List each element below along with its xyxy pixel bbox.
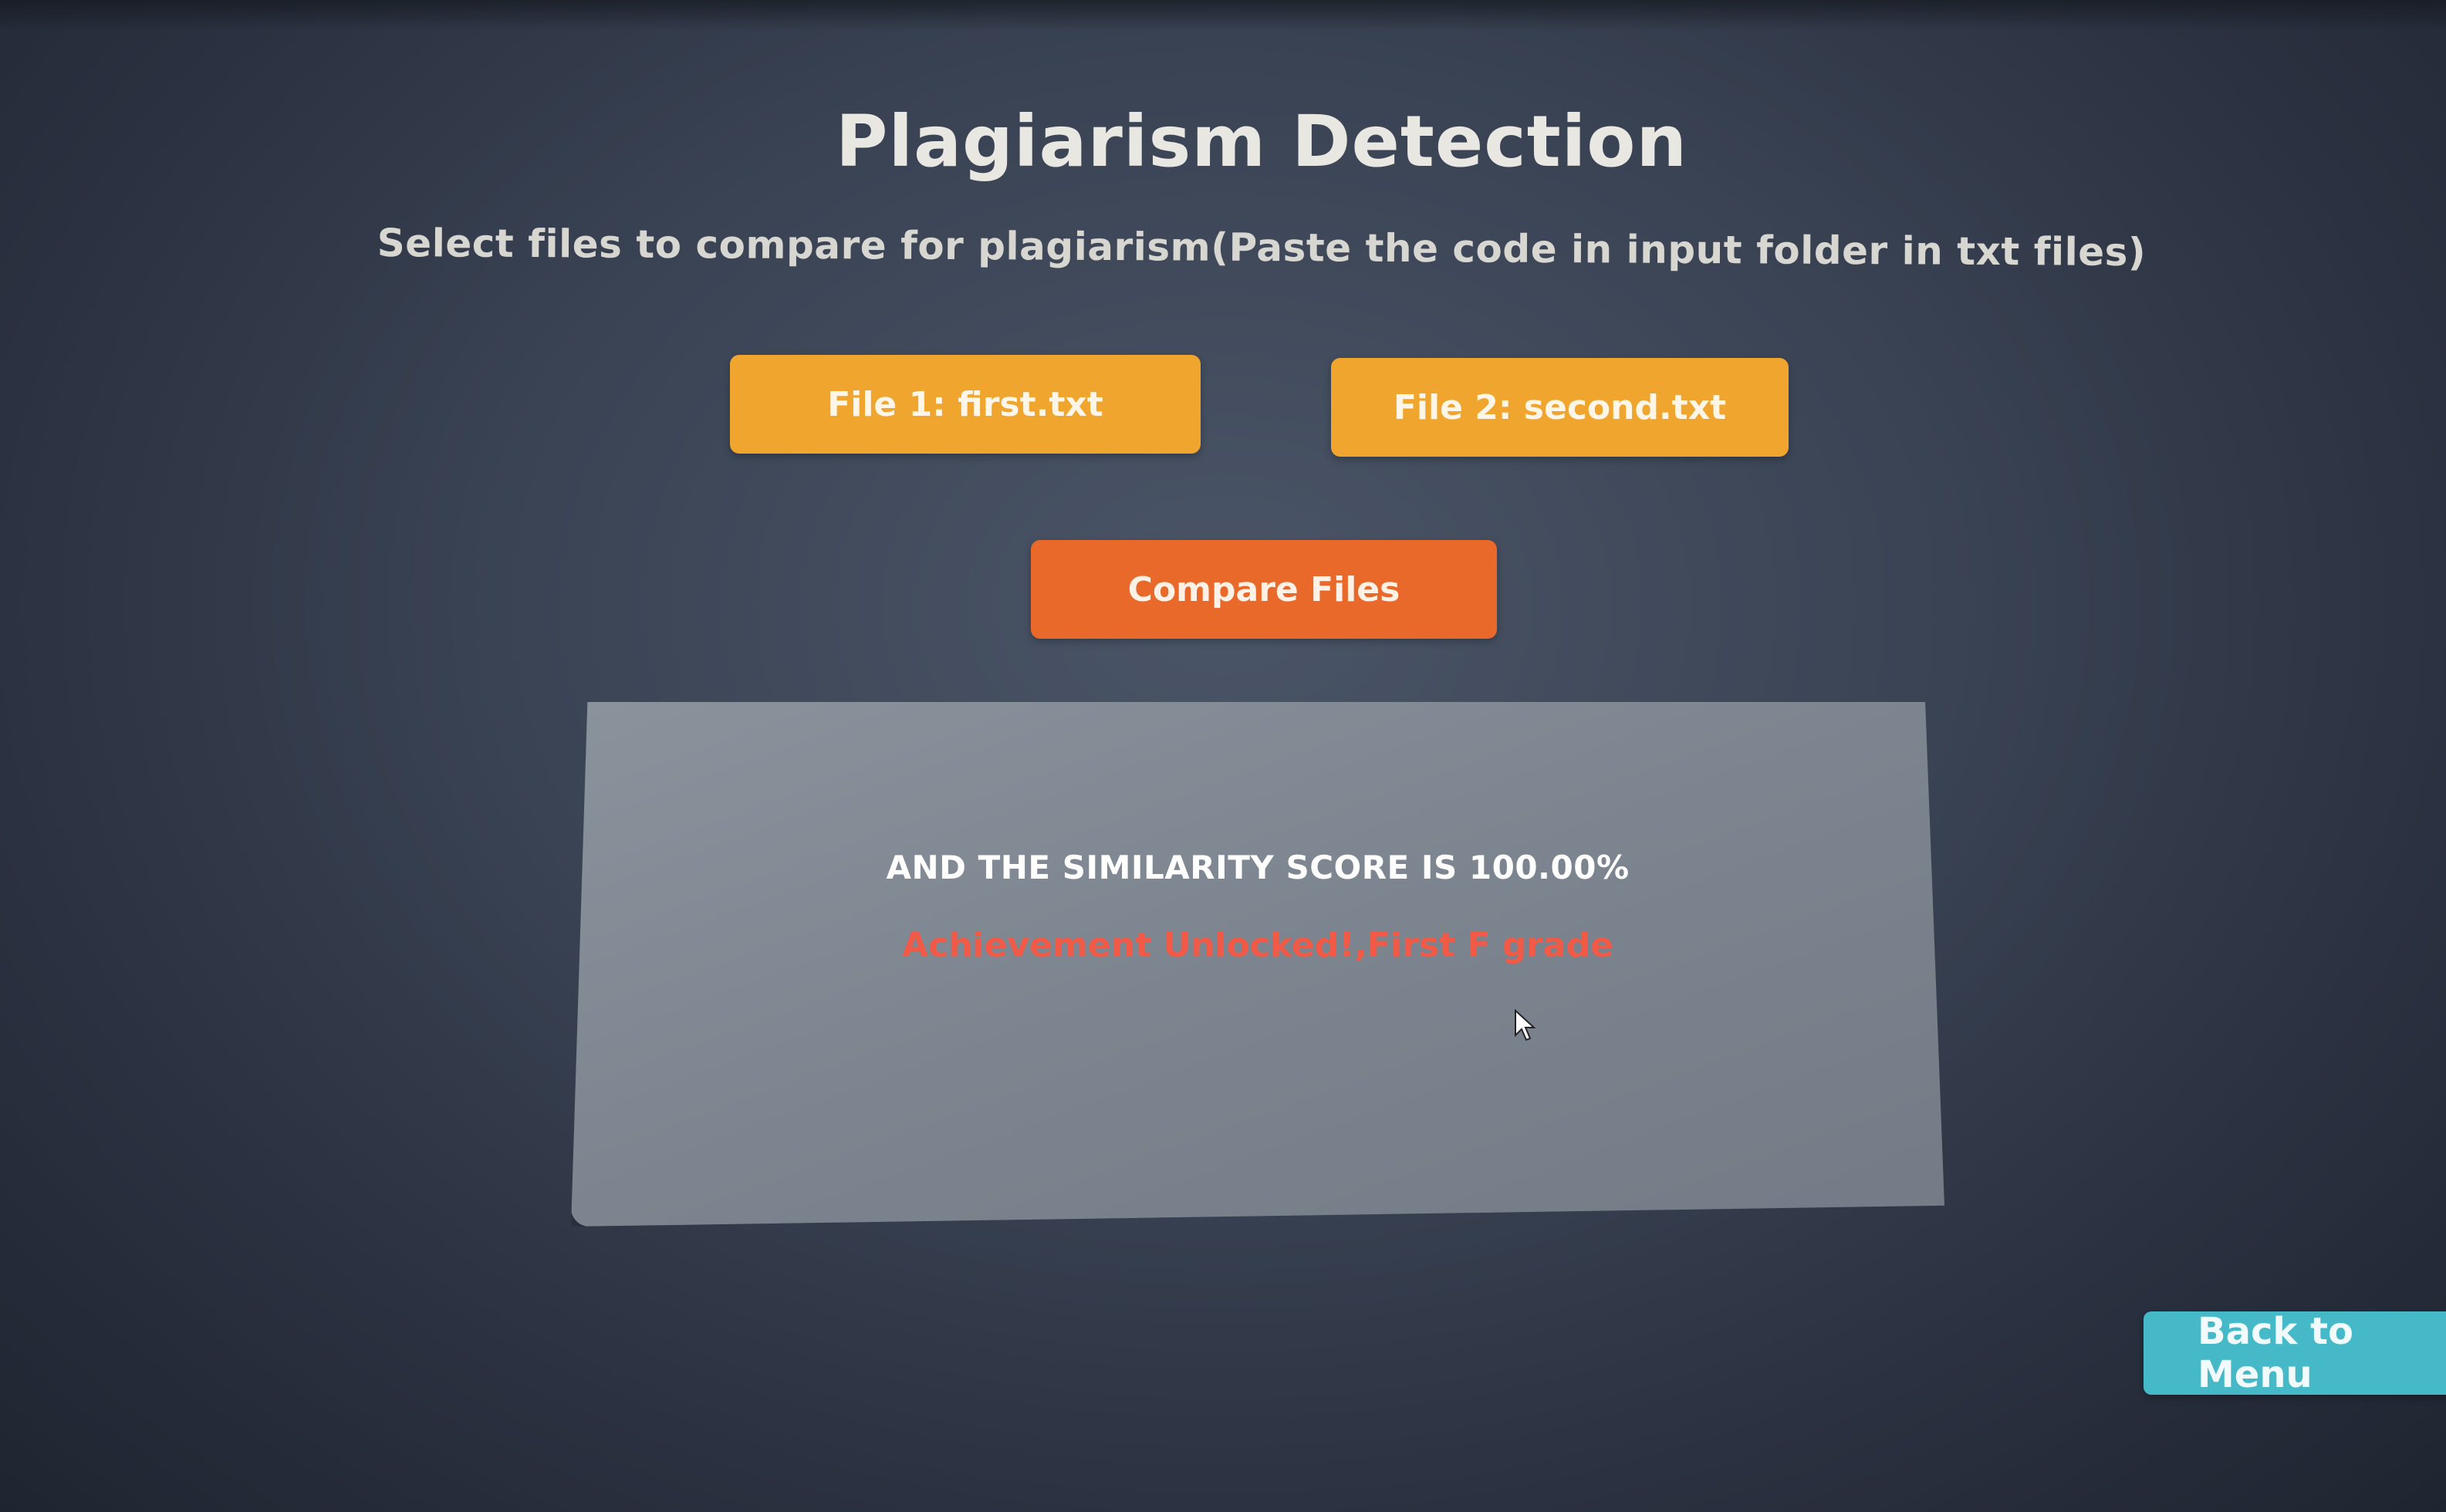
top-shadow (0, 0, 2446, 31)
file-1-button[interactable]: File 1: first.txt (730, 355, 1201, 454)
app-screen: Plagiarism Detection Select files to com… (0, 0, 2446, 1512)
result-panel: AND THE SIMILARITY SCORE IS 100.00% Achi… (571, 702, 1944, 1227)
file-2-button[interactable]: File 2: second.txt (1331, 358, 1789, 457)
mouse-pointer-icon (1515, 1009, 1536, 1041)
similarity-score-text: AND THE SIMILARITY SCORE IS 100.00% (886, 849, 1630, 886)
compare-files-button[interactable]: Compare Files (1031, 540, 1497, 639)
achievement-text: Achievement Unlocked!,First F grade (902, 926, 1613, 965)
page-title: Plagiarism Detection (836, 100, 1688, 183)
back-to-menu-button[interactable]: Back to Menu (2144, 1310, 2446, 1396)
page-subtitle: Select files to compare for plagiarism(P… (377, 220, 2147, 275)
